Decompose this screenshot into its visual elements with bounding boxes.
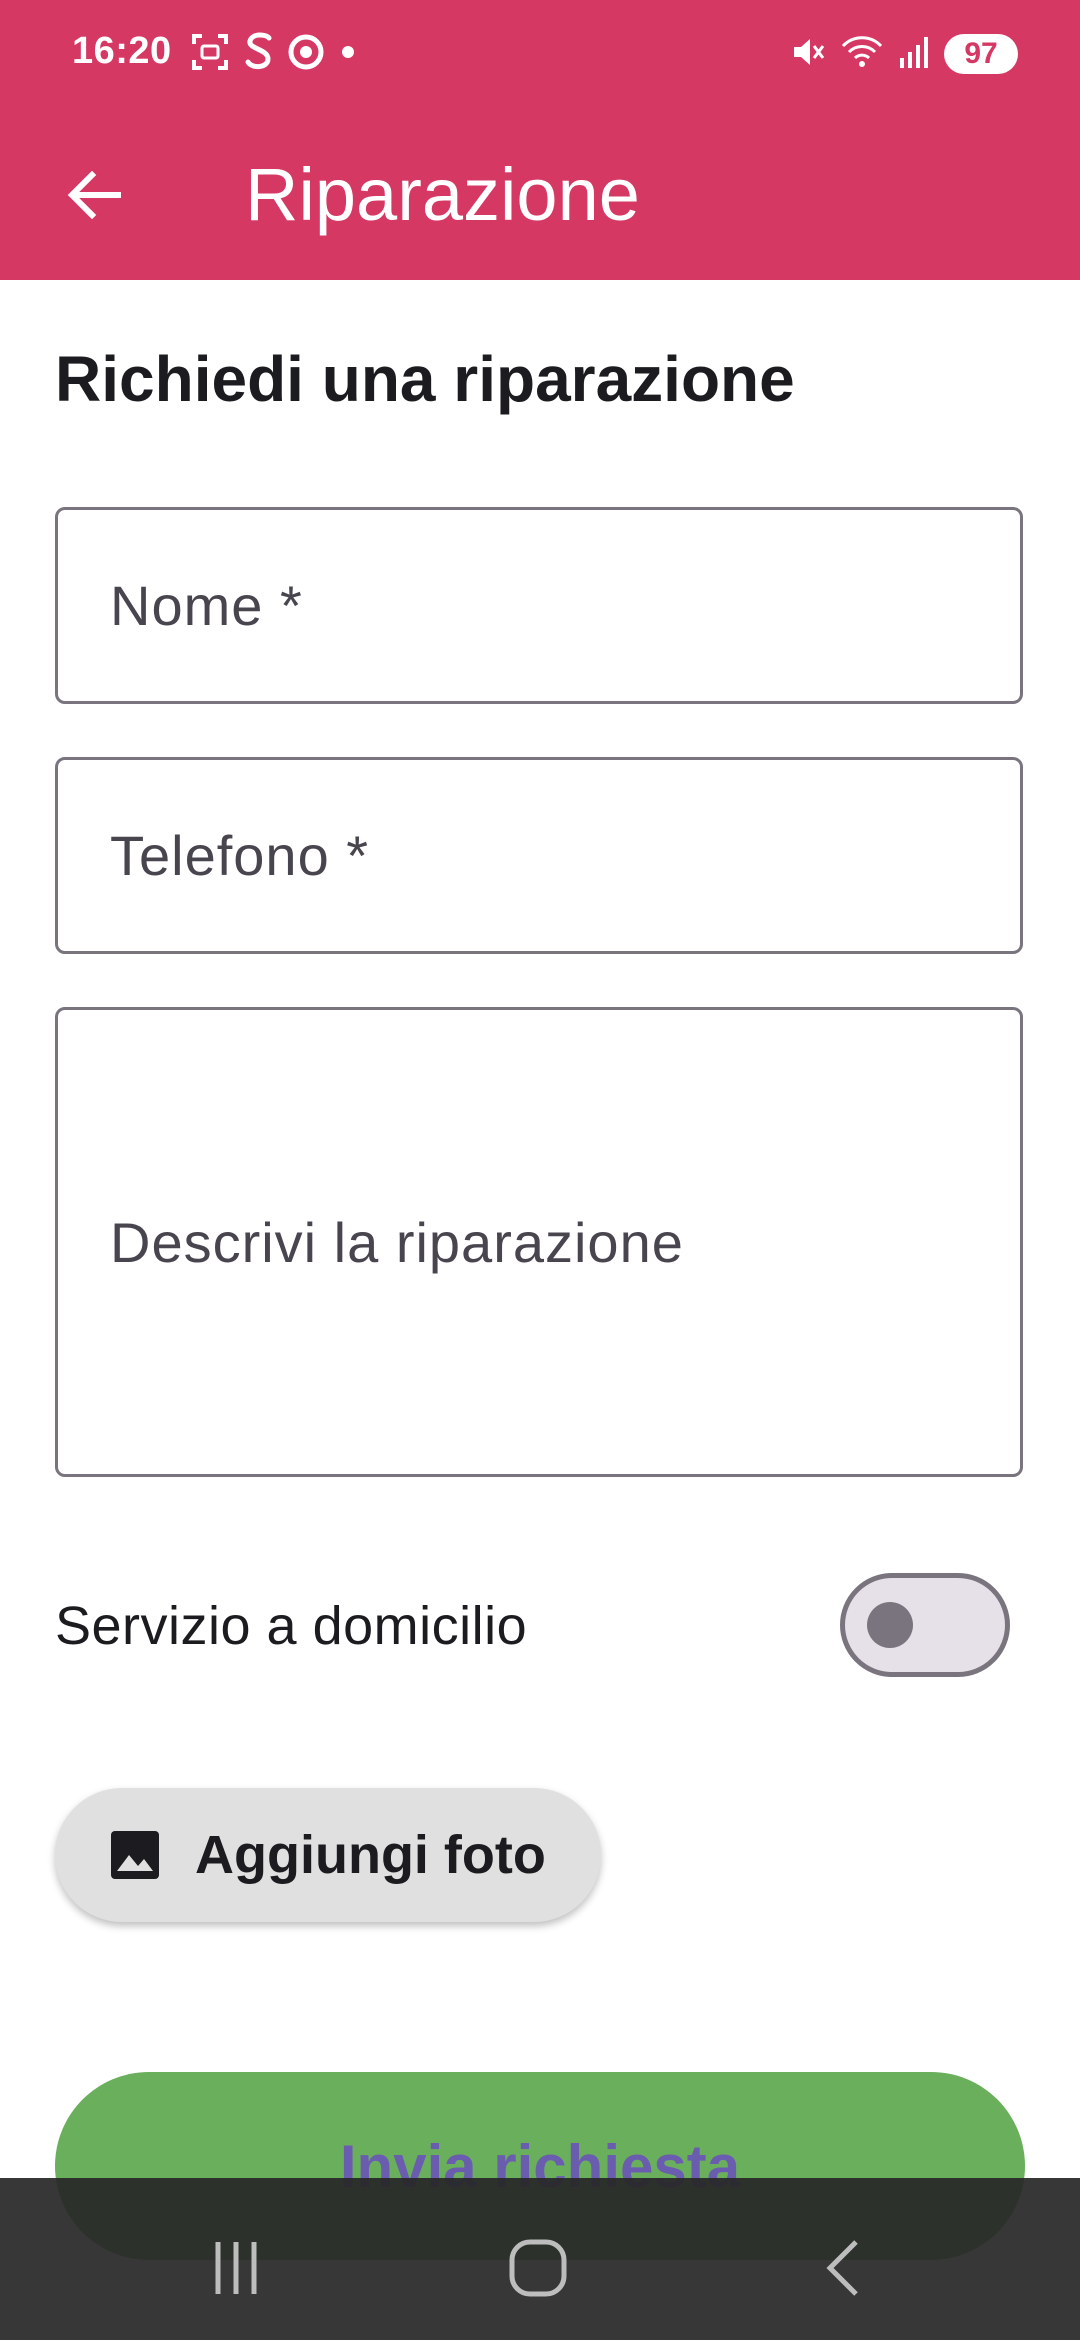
name-input[interactable] (110, 510, 990, 701)
back-icon (826, 2240, 858, 2296)
chrome-icon (288, 34, 324, 75)
home-service-switch[interactable] (840, 1573, 1010, 1677)
status-left-icons (190, 30, 358, 78)
status-time: 16:20 (72, 30, 172, 72)
screenshot-icon (190, 32, 230, 77)
top-app-region: 16:20 97 Riparazione (0, 0, 1080, 280)
signal-icon (898, 34, 930, 75)
home-button[interactable] (478, 2218, 598, 2318)
recent-apps-button[interactable] (176, 2218, 296, 2318)
status-right-icons: 97 (790, 30, 1018, 78)
phone-input[interactable] (110, 760, 990, 951)
status-bar: 16:20 97 (0, 0, 1080, 110)
home-service-row: Servizio a domicilio (55, 1560, 1023, 1690)
description-field[interactable] (55, 1007, 1023, 1477)
navigation-bar (0, 2178, 1080, 2340)
phone-field[interactable] (55, 757, 1023, 954)
description-input[interactable] (110, 1210, 990, 1290)
add-photo-button[interactable]: Aggiungi foto (55, 1788, 601, 1922)
dot-icon (338, 42, 358, 67)
app-title: Riparazione (245, 153, 640, 236)
switch-thumb (867, 1602, 913, 1648)
s-app-icon (244, 30, 274, 79)
image-icon (107, 1827, 163, 1883)
app-bar: Riparazione (0, 110, 1080, 280)
mute-icon (790, 34, 826, 75)
nav-back-button[interactable] (782, 2218, 902, 2318)
recent-apps-icon (215, 2242, 257, 2294)
back-button[interactable] (52, 153, 136, 237)
battery-badge: 97 (944, 34, 1018, 74)
home-service-label: Servizio a domicilio (55, 1596, 528, 1656)
wifi-icon (840, 34, 884, 75)
add-photo-label: Aggiungi foto (195, 1825, 546, 1885)
name-field[interactable] (55, 507, 1023, 704)
home-icon (509, 2239, 567, 2297)
arrow-left-icon (67, 170, 121, 220)
page-heading: Richiedi una riparazione (55, 343, 795, 415)
